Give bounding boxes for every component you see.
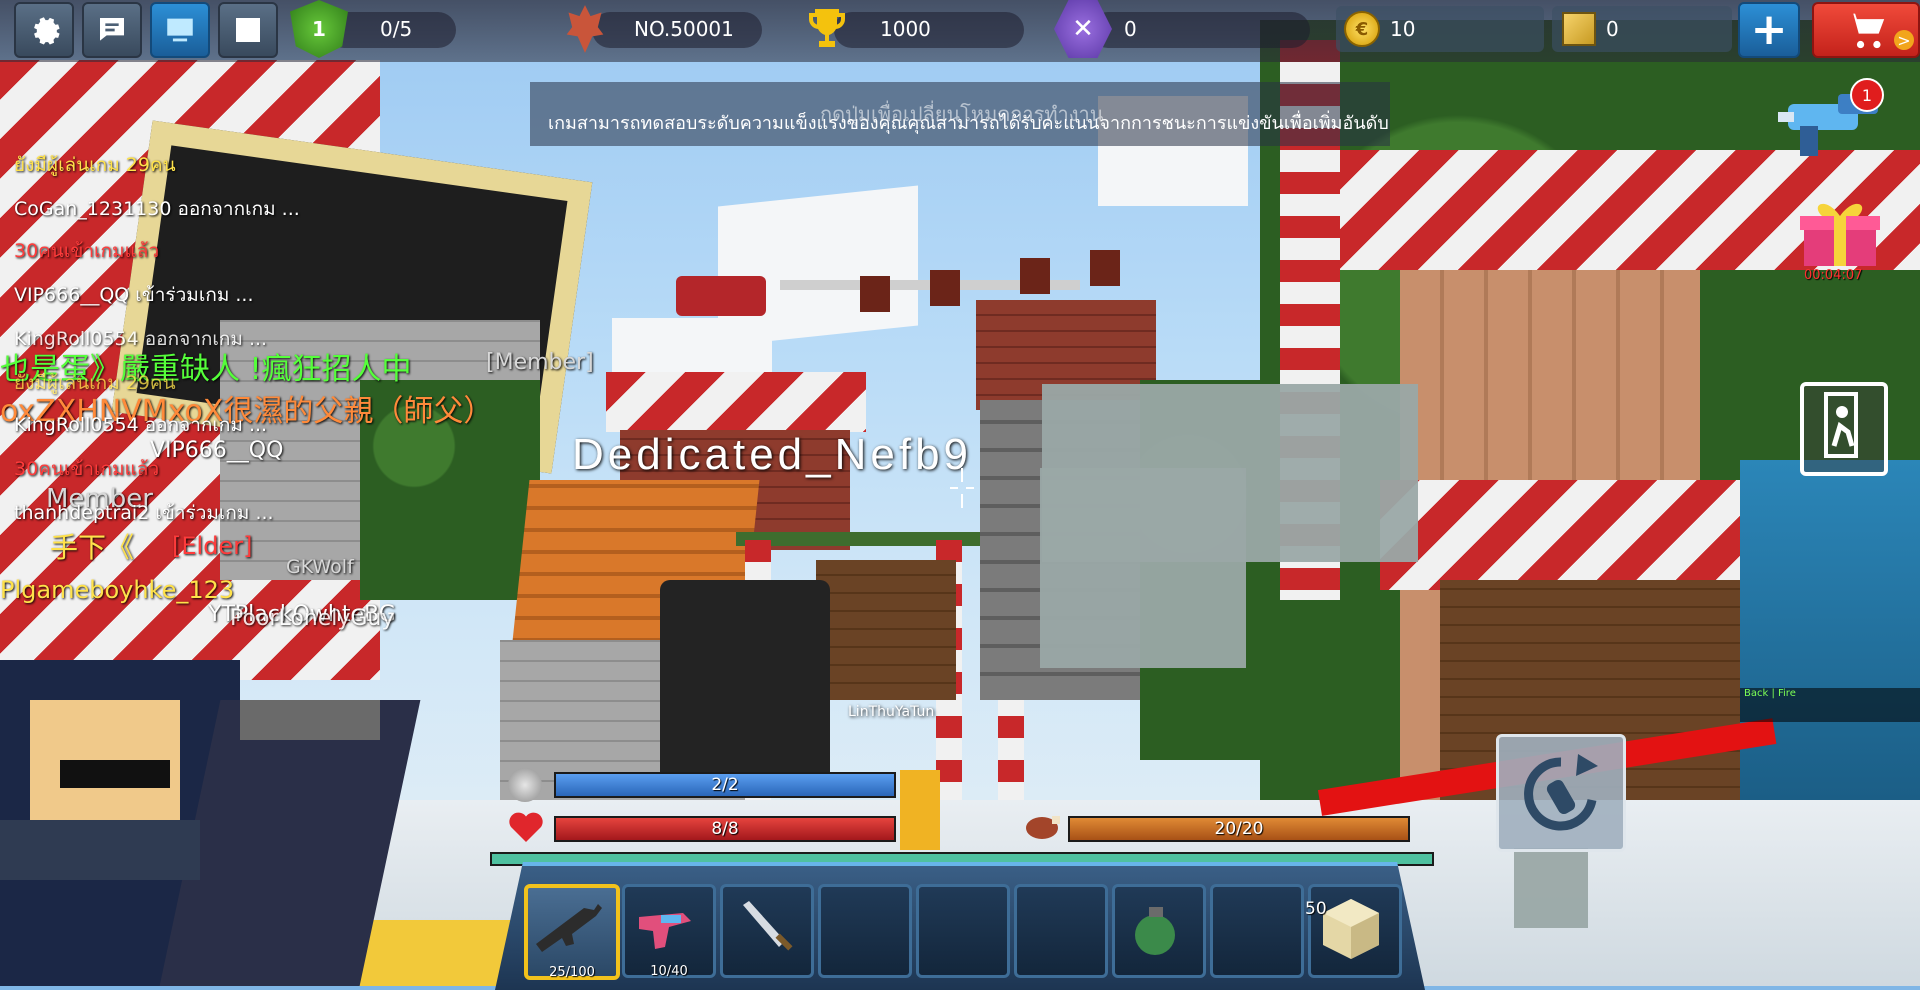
- chat-line: [Member]: [486, 350, 594, 375]
- gold-coin-icon: €: [1344, 11, 1380, 47]
- emote-button[interactable]: [218, 2, 278, 58]
- obscured-region: [1040, 468, 1246, 668]
- chat-line: CoGan_1231130 ออกจากเกม ...: [14, 198, 300, 220]
- slot-ammo: 10/40: [650, 964, 688, 979]
- crosshair: [950, 468, 974, 508]
- wrench-badge-icon: ✕: [1054, 0, 1112, 58]
- hunger-label: 20/20: [1214, 819, 1264, 839]
- chat-line: GKWolf: [286, 556, 354, 578]
- slot-sword[interactable]: [720, 884, 814, 978]
- chat-line: 30คนเข้าเกมแล้ว: [14, 240, 160, 262]
- screen-button[interactable]: [150, 2, 210, 58]
- notification-badge: 1: [1850, 78, 1884, 112]
- exit-door-icon: [1824, 392, 1858, 458]
- plus-icon: +: [1750, 4, 1788, 55]
- shop-button[interactable]: >: [1812, 2, 1920, 58]
- rank-emblem-icon: [556, 0, 614, 58]
- heart-icon: [508, 810, 544, 848]
- reload-icon: [1524, 754, 1598, 831]
- trophy-stat: 1000: [798, 6, 1024, 52]
- trophy-value: 1000: [880, 17, 931, 41]
- gear-icon: [34, 17, 60, 45]
- slot-empty-6[interactable]: [1014, 884, 1108, 978]
- armor-icon: [508, 768, 542, 802]
- rifle-icon: [536, 904, 602, 952]
- gold-cube-icon: [1562, 12, 1596, 46]
- armor-label: 2/2: [711, 775, 739, 795]
- hunger-bar: 20/20: [1068, 816, 1410, 842]
- slot-rifle[interactable]: 25/100: [524, 884, 620, 980]
- kills-value: 0/5: [380, 17, 413, 41]
- settings-button[interactable]: [14, 2, 74, 58]
- obscured-region: [1514, 848, 1588, 928]
- gift-button[interactable]: 00:04:07: [1796, 196, 1884, 286]
- face-icon: [236, 18, 260, 42]
- top-bar: 1 0/5 NO.50001 1000 ✕ 0 € 10 0 + >: [0, 0, 1920, 62]
- meat-icon: [1022, 812, 1062, 846]
- chat-line: VIP666__QQ: [150, 438, 284, 463]
- slot-empty-4[interactable]: [818, 884, 912, 978]
- gold-value: 10: [1390, 17, 1416, 41]
- slot-grenade[interactable]: [1112, 884, 1206, 978]
- pistol-icon: [639, 913, 691, 949]
- slot-pistol[interactable]: 10/40: [622, 884, 716, 979]
- slot-empty-8[interactable]: [1210, 884, 1304, 978]
- cube-value: 0: [1606, 17, 1619, 41]
- grenade-icon: [1135, 907, 1175, 955]
- level-shield-icon: 1: [290, 0, 348, 58]
- player-nametag: Dedicated_Nefb9: [572, 430, 973, 479]
- chat-line: 30คนเข้าเกมแล้ว: [14, 458, 160, 480]
- chat-line: VIP666__QQ เข้าร่วมเกม ...: [14, 284, 254, 306]
- tools-stat: ✕ 0: [1054, 0, 1310, 58]
- hint-text: เกมสามารถทดสอบระดับความแข็งแรงของคุณคุณส…: [548, 113, 1389, 134]
- minimap-feed-text: Back | Fire: [1744, 688, 1796, 699]
- trophy-icon: [798, 0, 856, 58]
- armor-bar: 2/2: [554, 772, 896, 798]
- rank-stat: NO.50001: [556, 5, 762, 53]
- reload-button[interactable]: [1496, 734, 1626, 852]
- slot-empty-5[interactable]: [916, 884, 1010, 978]
- shop-arrow: >: [1894, 30, 1914, 50]
- tools-value: 0: [1124, 17, 1137, 41]
- slot-block[interactable]: 50: [1305, 884, 1402, 978]
- gift-timer: 00:04:07: [1804, 268, 1863, 283]
- chat-line: PoorLonelyGuy: [230, 606, 395, 631]
- chat-line: thanhdeptrai2 เข้าร่วมเกม ...: [14, 502, 274, 524]
- chat-button[interactable]: [82, 2, 142, 58]
- chat-line: 手下《: [50, 531, 135, 564]
- rank-value: NO.50001: [634, 17, 734, 41]
- kills-stat: 1 0/5: [290, 0, 460, 58]
- health-bar: 8/8: [554, 816, 896, 842]
- chat-line: KingRoll0554 ออกจากเกม ...: [14, 414, 268, 436]
- gift-icon: [1800, 203, 1880, 266]
- add-currency-button[interactable]: +: [1738, 2, 1800, 58]
- chat-bubble-icon: [100, 18, 124, 41]
- monitor-icon: [167, 18, 193, 42]
- level-value: 1: [312, 17, 326, 41]
- block-count: 50: [1305, 899, 1327, 919]
- cart-icon: [1846, 13, 1885, 49]
- weapon-offer-button[interactable]: 1: [1778, 74, 1888, 164]
- player-nametag-far: LinThuYaTun: [848, 704, 935, 720]
- health-label: 8/8: [711, 819, 739, 839]
- chat-line: [Elder]: [172, 532, 253, 560]
- chat-line: Plgameboyhke_123: [0, 576, 235, 604]
- exit-button[interactable]: [1800, 382, 1888, 476]
- chat-line: ยังมีผู้เล่นเกม 29คน: [14, 154, 176, 176]
- minimap-feed: Back | Fire: [1740, 688, 1920, 722]
- slot-ammo: 25/100: [549, 965, 595, 980]
- cube-counter: 0: [1552, 6, 1732, 52]
- gold-counter: € 10: [1336, 6, 1544, 52]
- sword-icon: [743, 901, 793, 951]
